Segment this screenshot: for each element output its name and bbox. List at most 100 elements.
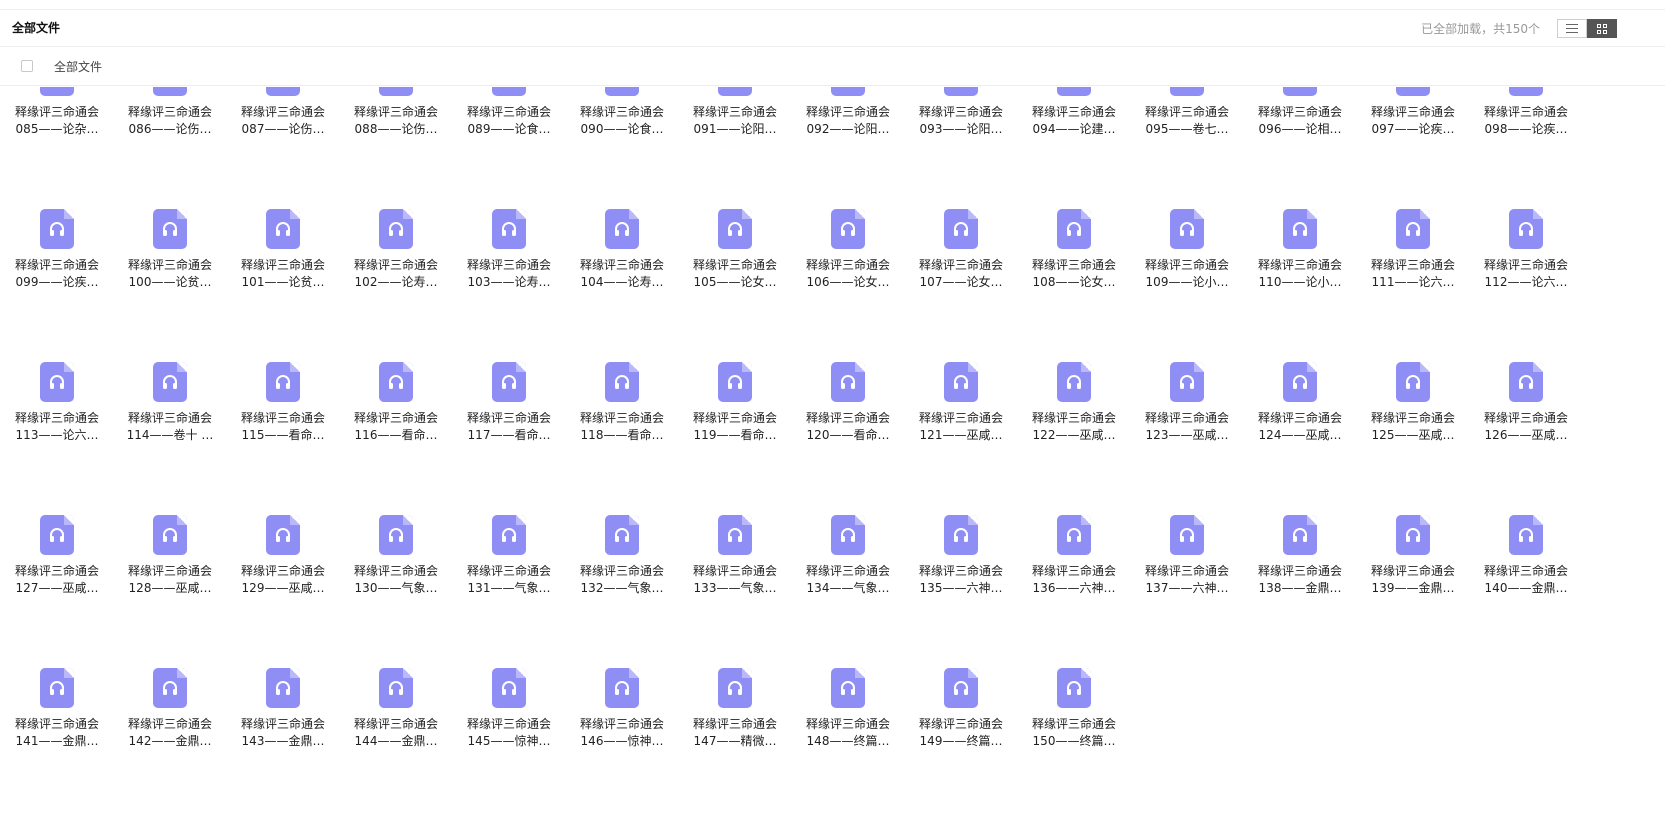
file-name[interactable]: 释缘评三命通会 092——论阳… bbox=[791, 104, 905, 138]
file-name[interactable]: 释缘评三命通会 122——巫咸… bbox=[1017, 410, 1131, 444]
file-name[interactable]: 释缘评三命通会 125——巫咸… bbox=[1356, 410, 1470, 444]
file-name[interactable]: 释缘评三命通会 142——金鼎… bbox=[113, 716, 227, 750]
file-name[interactable]: 释缘评三命通会 105——论女… bbox=[678, 257, 792, 291]
file-name[interactable]: 释缘评三命通会 144——金鼎… bbox=[339, 716, 453, 750]
file-name[interactable]: 释缘评三命通会 126——巫咸… bbox=[1469, 410, 1583, 444]
file-item[interactable]: 释缘评三命通会 106——论女… bbox=[791, 209, 911, 359]
file-name[interactable]: 释缘评三命通会 129——巫咸… bbox=[226, 563, 340, 597]
file-item[interactable]: 释缘评三命通会 146——惊神… bbox=[565, 668, 685, 818]
file-name[interactable]: 释缘评三命通会 096——论相… bbox=[1243, 104, 1357, 138]
file-item[interactable]: 释缘评三命通会 115——看命… bbox=[226, 362, 346, 512]
file-item[interactable]: 释缘评三命通会 089——论食… bbox=[452, 87, 572, 206]
file-item[interactable]: 释缘评三命通会 101——论贫… bbox=[226, 209, 346, 359]
file-item[interactable]: 释缘评三命通会 090——论食… bbox=[565, 87, 685, 206]
file-item[interactable]: 释缘评三命通会 142——金鼎… bbox=[113, 668, 233, 818]
file-name[interactable]: 释缘评三命通会 145——惊神… bbox=[452, 716, 566, 750]
file-name[interactable]: 释缘评三命通会 109——论小… bbox=[1130, 257, 1244, 291]
file-name[interactable]: 释缘评三命通会 112——论六… bbox=[1469, 257, 1583, 291]
file-name[interactable]: 释缘评三命通会 095——卷七… bbox=[1130, 104, 1244, 138]
file-name[interactable]: 释缘评三命通会 135——六神… bbox=[904, 563, 1018, 597]
file-item[interactable]: 释缘评三命通会 111——论六… bbox=[1356, 209, 1476, 359]
file-grid-scroll[interactable]: 释缘评三命通会 085——论杂… 释缘评三命通会 086——论伤… 释缘评三命通会 087… bbox=[0, 87, 1665, 829]
file-name[interactable]: 释缘评三命通会 133——气象… bbox=[678, 563, 792, 597]
file-item[interactable]: 释缘评三命通会 133——气象… bbox=[678, 515, 798, 665]
file-name[interactable]: 释缘评三命通会 106——论女… bbox=[791, 257, 905, 291]
file-name[interactable]: 释缘评三命通会 140——金鼎… bbox=[1469, 563, 1583, 597]
file-name[interactable]: 释缘评三命通会 089——论食… bbox=[452, 104, 566, 138]
file-item[interactable]: 释缘评三命通会 130——气象… bbox=[339, 515, 459, 665]
file-name[interactable]: 释缘评三命通会 087——论伤… bbox=[226, 104, 340, 138]
file-name[interactable]: 释缘评三命通会 139——金鼎… bbox=[1356, 563, 1470, 597]
file-name[interactable]: 释缘评三命通会 132——气象… bbox=[565, 563, 679, 597]
file-item[interactable]: 释缘评三命通会 099——论疾… bbox=[0, 209, 120, 359]
file-name[interactable]: 释缘评三命通会 127——巫咸… bbox=[0, 563, 114, 597]
file-item[interactable]: 释缘评三命通会 117——看命… bbox=[452, 362, 572, 512]
file-item[interactable]: 释缘评三命通会 116——看命… bbox=[339, 362, 459, 512]
file-name[interactable]: 释缘评三命通会 119——看命… bbox=[678, 410, 792, 444]
file-item[interactable]: 释缘评三命通会 126——巫咸… bbox=[1469, 362, 1589, 512]
file-name[interactable]: 释缘评三命通会 085——论杂… bbox=[0, 104, 114, 138]
file-name[interactable]: 释缘评三命通会 116——看命… bbox=[339, 410, 453, 444]
file-name[interactable]: 释缘评三命通会 102——论寿… bbox=[339, 257, 453, 291]
file-item[interactable]: 释缘评三命通会 093——论阳… bbox=[904, 87, 1024, 206]
file-item[interactable]: 释缘评三命通会 120——看命… bbox=[791, 362, 911, 512]
breadcrumb[interactable]: 全部文件 bbox=[54, 59, 102, 75]
file-name[interactable]: 释缘评三命通会 124——巫咸… bbox=[1243, 410, 1357, 444]
file-item[interactable]: 释缘评三命通会 086——论伤… bbox=[113, 87, 233, 206]
file-item[interactable]: 释缘评三命通会 139——金鼎… bbox=[1356, 515, 1476, 665]
file-item[interactable]: 释缘评三命通会 113——论六… bbox=[0, 362, 120, 512]
file-item[interactable]: 释缘评三命通会 125——巫咸… bbox=[1356, 362, 1476, 512]
file-name[interactable]: 释缘评三命通会 130——气象… bbox=[339, 563, 453, 597]
file-item[interactable]: 释缘评三命通会 121——巫咸… bbox=[904, 362, 1024, 512]
file-name[interactable]: 释缘评三命通会 118——看命… bbox=[565, 410, 679, 444]
file-name[interactable]: 释缘评三命通会 123——巫咸… bbox=[1130, 410, 1244, 444]
file-name[interactable]: 释缘评三命通会 137——六神… bbox=[1130, 563, 1244, 597]
file-item[interactable]: 释缘评三命通会 127——巫咸… bbox=[0, 515, 120, 665]
file-name[interactable]: 释缘评三命通会 150——终篇… bbox=[1017, 716, 1131, 750]
file-name[interactable]: 释缘评三命通会 146——惊神… bbox=[565, 716, 679, 750]
file-name[interactable]: 释缘评三命通会 138——金鼎… bbox=[1243, 563, 1357, 597]
file-item[interactable]: 释缘评三命通会 138——金鼎… bbox=[1243, 515, 1363, 665]
file-name[interactable]: 释缘评三命通会 107——论女… bbox=[904, 257, 1018, 291]
file-item[interactable]: 释缘评三命通会 104——论寿… bbox=[565, 209, 685, 359]
file-item[interactable]: 释缘评三命通会 100——论贫… bbox=[113, 209, 233, 359]
file-name[interactable]: 释缘评三命通会 098——论疾… bbox=[1469, 104, 1583, 138]
file-name[interactable]: 释缘评三命通会 131——气象… bbox=[452, 563, 566, 597]
file-item[interactable]: 释缘评三命通会 123——巫咸… bbox=[1130, 362, 1250, 512]
file-item[interactable]: 释缘评三命通会 088——论伤… bbox=[339, 87, 459, 206]
file-item[interactable]: 释缘评三命通会 131——气象… bbox=[452, 515, 572, 665]
file-item[interactable]: 释缘评三命通会 135——六神… bbox=[904, 515, 1024, 665]
file-item[interactable]: 释缘评三命通会 148——终篇… bbox=[791, 668, 911, 818]
file-name[interactable]: 释缘评三命通会 128——巫咸… bbox=[113, 563, 227, 597]
file-name[interactable]: 释缘评三命通会 143——金鼎… bbox=[226, 716, 340, 750]
file-name[interactable]: 释缘评三命通会 134——气象… bbox=[791, 563, 905, 597]
file-item[interactable]: 释缘评三命通会 132——气象… bbox=[565, 515, 685, 665]
file-item[interactable]: 释缘评三命通会 124——巫咸… bbox=[1243, 362, 1363, 512]
file-name[interactable]: 释缘评三命通会 100——论贫… bbox=[113, 257, 227, 291]
file-item[interactable]: 释缘评三命通会 122——巫咸… bbox=[1017, 362, 1137, 512]
file-name[interactable]: 释缘评三命通会 111——论六… bbox=[1356, 257, 1470, 291]
file-item[interactable]: 释缘评三命通会 087——论伤… bbox=[226, 87, 346, 206]
file-item[interactable]: 释缘评三命通会 129——巫咸… bbox=[226, 515, 346, 665]
file-name[interactable]: 释缘评三命通会 149——终篇… bbox=[904, 716, 1018, 750]
file-name[interactable]: 释缘评三命通会 090——论食… bbox=[565, 104, 679, 138]
file-name[interactable]: 释缘评三命通会 094——论建… bbox=[1017, 104, 1131, 138]
file-item[interactable]: 释缘评三命通会 097——论疾… bbox=[1356, 87, 1476, 206]
file-name[interactable]: 释缘评三命通会 088——论伤… bbox=[339, 104, 453, 138]
file-item[interactable]: 释缘评三命通会 094——论建… bbox=[1017, 87, 1137, 206]
file-item[interactable]: 释缘评三命通会 150——终篇… bbox=[1017, 668, 1137, 818]
file-item[interactable]: 释缘评三命通会 108——论女… bbox=[1017, 209, 1137, 359]
file-item[interactable]: 释缘评三命通会 137——六神… bbox=[1130, 515, 1250, 665]
file-name[interactable]: 释缘评三命通会 113——论六… bbox=[0, 410, 114, 444]
file-item[interactable]: 释缘评三命通会 118——看命… bbox=[565, 362, 685, 512]
select-all-checkbox[interactable] bbox=[21, 60, 33, 72]
file-item[interactable]: 释缘评三命通会 147——精微… bbox=[678, 668, 798, 818]
file-item[interactable]: 释缘评三命通会 091——论阳… bbox=[678, 87, 798, 206]
file-item[interactable]: 释缘评三命通会 128——巫咸… bbox=[113, 515, 233, 665]
file-name[interactable]: 释缘评三命通会 117——看命… bbox=[452, 410, 566, 444]
file-item[interactable]: 释缘评三命通会 110——论小… bbox=[1243, 209, 1363, 359]
file-item[interactable]: 释缘评三命通会 105——论女… bbox=[678, 209, 798, 359]
file-item[interactable]: 释缘评三命通会 144——金鼎… bbox=[339, 668, 459, 818]
file-name[interactable]: 释缘评三命通会 147——精微… bbox=[678, 716, 792, 750]
file-name[interactable]: 释缘评三命通会 108——论女… bbox=[1017, 257, 1131, 291]
